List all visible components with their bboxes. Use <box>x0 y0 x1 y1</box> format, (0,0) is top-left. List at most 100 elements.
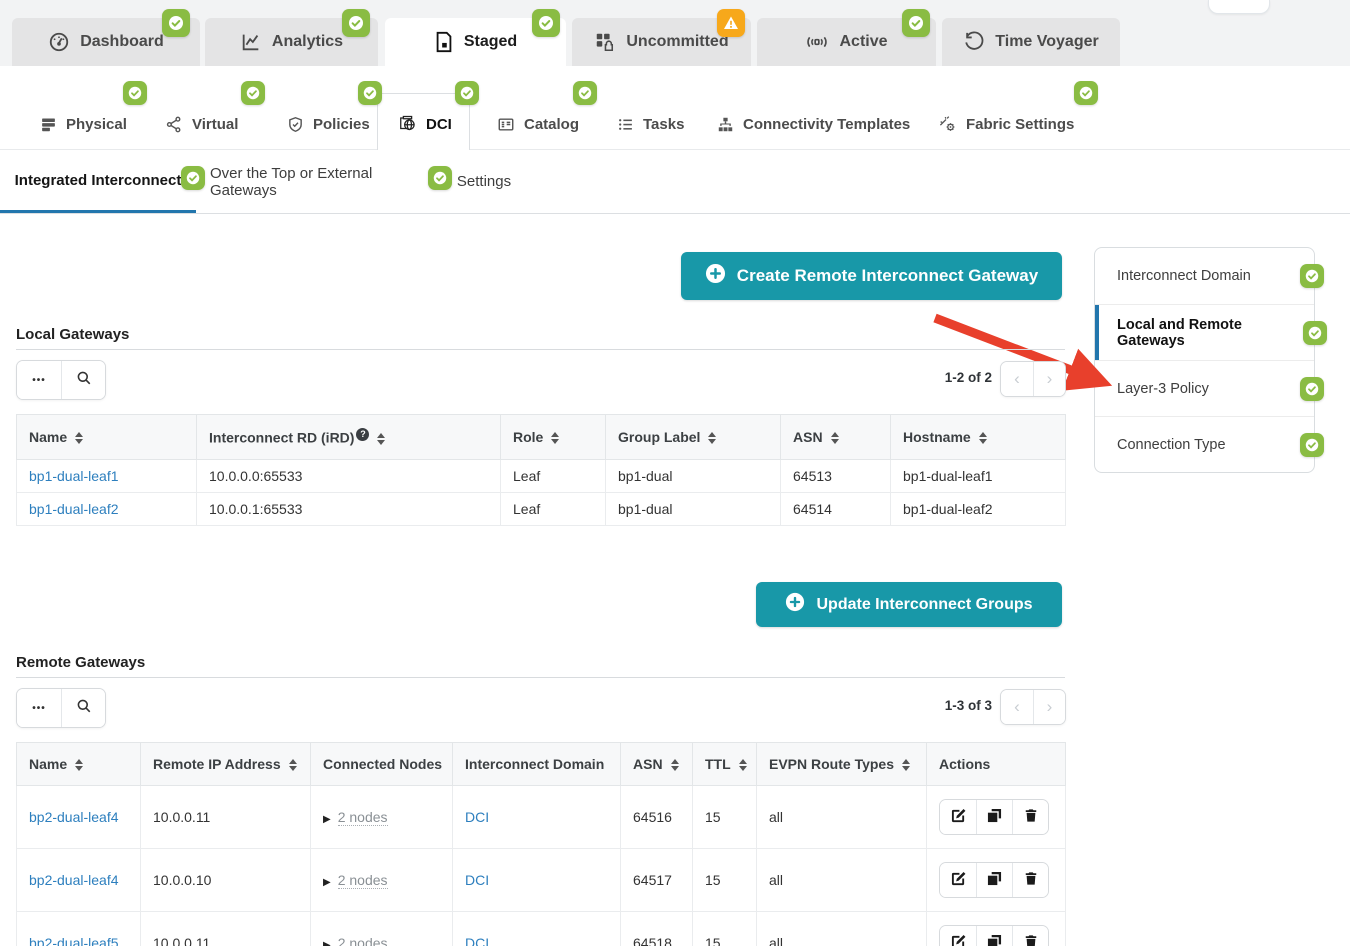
gateway-link[interactable]: bp1-dual-leaf1 <box>29 468 119 484</box>
clone-button[interactable] <box>976 800 1012 834</box>
nodes-toggle[interactable]: 2 nodes <box>338 809 388 826</box>
clone-button[interactable] <box>976 863 1012 897</box>
sort-icon[interactable] <box>708 432 716 444</box>
sort-icon[interactable] <box>902 759 910 771</box>
subnav-item-connectivity-templates[interactable]: Connectivity Templates <box>717 116 910 133</box>
sort-icon[interactable] <box>551 432 559 444</box>
column-header-name[interactable]: Name <box>17 415 197 460</box>
sort-icon[interactable] <box>75 432 83 444</box>
expand-arrow-icon[interactable]: ▶ <box>323 940 331 946</box>
gateway-link[interactable]: bp2-dual-leaf5 <box>29 935 119 946</box>
plus-circle-icon <box>705 263 726 289</box>
prev-page-button[interactable]: ‹ <box>1001 690 1033 724</box>
table-row: bp1-dual-leaf2 10.0.0.1:65533 Leaf bp1-d… <box>17 492 1066 525</box>
delete-button[interactable] <box>1012 863 1048 897</box>
sort-icon[interactable] <box>75 759 83 771</box>
create-remote-interconnect-gateway-button[interactable]: Create Remote Interconnect Gateway <box>681 252 1062 300</box>
help-icon[interactable]: ? <box>356 428 369 441</box>
column-header-evpn-route-types[interactable]: EVPN Route Types <box>757 743 927 786</box>
search-button[interactable] <box>61 361 105 399</box>
nodes-toggle[interactable]: 2 nodes <box>338 872 388 889</box>
subnav-item-physical[interactable]: Physical <box>40 116 127 133</box>
domain-link[interactable]: DCI <box>465 872 489 888</box>
check-badge <box>123 81 147 105</box>
column-header-ird[interactable]: Interconnect RD (iRD)? <box>197 415 501 460</box>
line-chart-icon <box>240 31 262 53</box>
button-label: Create Remote Interconnect Gateway <box>737 266 1038 286</box>
sort-icon[interactable] <box>979 432 987 444</box>
domain-link[interactable]: DCI <box>465 809 489 825</box>
chevron-left-icon: ‹ <box>1014 697 1020 717</box>
sort-icon[interactable] <box>671 759 679 771</box>
asn-cell: 64517 <box>621 849 693 912</box>
grid-lock-icon <box>594 31 616 53</box>
subnav-item-tasks[interactable]: Tasks <box>617 116 684 133</box>
check-badge <box>1300 377 1324 401</box>
delete-button[interactable] <box>1012 800 1048 834</box>
subnav-item-policies[interactable]: Policies <box>287 116 370 133</box>
sidebar-item-interconnect-domain[interactable]: Interconnect Domain <box>1095 248 1314 304</box>
card-icon <box>497 116 515 133</box>
column-header-hostname[interactable]: Hostname <box>891 415 1066 460</box>
gateway-link[interactable]: bp2-dual-leaf4 <box>29 872 119 888</box>
tab-integrated-interconnect[interactable]: Integrated Interconnect <box>0 150 196 213</box>
expand-arrow-icon[interactable]: ▶ <box>323 877 331 888</box>
hostname-cell: bp1-dual-leaf2 <box>891 492 1066 525</box>
prev-page-button[interactable]: ‹ <box>1001 362 1033 396</box>
check-badge <box>1300 433 1324 457</box>
sort-icon[interactable] <box>831 432 839 444</box>
partial-button[interactable] <box>1208 0 1270 14</box>
subnav-item-fabric-settings[interactable]: Fabric Settings <box>938 115 1074 133</box>
more-options-button[interactable]: ••• <box>17 361 61 399</box>
domain-link[interactable]: DCI <box>465 935 489 946</box>
subnav-item-catalog[interactable]: Catalog <box>497 116 579 133</box>
tab-analytics[interactable]: Analytics <box>205 18 378 66</box>
more-options-button[interactable]: ••• <box>17 689 61 727</box>
tab-uncommitted[interactable]: Uncommitted <box>572 18 751 66</box>
local-pagination-text: 1-2 of 2 <box>932 370 992 385</box>
tab-over-the-top-or-external-gateways[interactable]: Over the Top or External Gateways <box>196 150 444 213</box>
sidebar-item-connection-type[interactable]: Connection Type <box>1095 416 1314 472</box>
column-header-role[interactable]: Role <box>501 415 606 460</box>
remote-gateways-title: Remote Gateways <box>16 654 145 671</box>
column-header-asn[interactable]: ASN <box>621 743 693 786</box>
gateway-link[interactable]: bp2-dual-leaf4 <box>29 809 119 825</box>
sidebar-label: Layer-3 Policy <box>1117 381 1209 397</box>
sidebar-item-local-and-remote-gateways[interactable]: Local and Remote Gateways <box>1095 304 1314 360</box>
search-button[interactable] <box>61 689 105 727</box>
subnav-item-dci[interactable]: DCI <box>398 115 452 133</box>
sidebar-label: Connection Type <box>1117 437 1226 453</box>
edit-button[interactable] <box>940 926 976 946</box>
asn-cell: 64514 <box>781 492 891 525</box>
nodes-toggle[interactable]: 2 nodes <box>338 935 388 946</box>
update-interconnect-groups-button[interactable]: Update Interconnect Groups <box>756 582 1062 627</box>
edit-icon <box>951 934 966 946</box>
sort-icon[interactable] <box>377 433 385 445</box>
expand-arrow-icon[interactable]: ▶ <box>323 814 331 825</box>
check-badge <box>181 166 205 190</box>
column-header-group-label[interactable]: Group Label <box>606 415 781 460</box>
column-header-ttl[interactable]: TTL <box>693 743 757 786</box>
dci-tab-bar: Integrated Interconnect Over the Top or … <box>0 150 1350 214</box>
gateway-link[interactable]: bp1-dual-leaf2 <box>29 501 119 517</box>
clone-button[interactable] <box>976 926 1012 946</box>
route-types-cell: all <box>757 912 927 946</box>
tab-staged[interactable]: Staged <box>385 18 566 66</box>
edit-button[interactable] <box>940 800 976 834</box>
tab-active[interactable]: Active <box>757 18 936 66</box>
edit-button[interactable] <box>940 863 976 897</box>
tab-time-voyager[interactable]: Time Voyager <box>942 18 1120 66</box>
gauge-icon <box>48 31 70 53</box>
delete-button[interactable] <box>1012 926 1048 946</box>
column-header-asn[interactable]: ASN <box>781 415 891 460</box>
subnav-item-virtual[interactable]: Virtual <box>165 116 238 133</box>
column-header-remote-ip[interactable]: Remote IP Address <box>141 743 311 786</box>
column-header-name[interactable]: Name <box>17 743 141 786</box>
next-page-button[interactable]: › <box>1033 362 1065 396</box>
tab-settings[interactable]: Settings <box>444 150 524 213</box>
sort-icon[interactable] <box>289 759 297 771</box>
sort-icon[interactable] <box>739 759 747 771</box>
sidebar-item-layer-3-policy[interactable]: Layer-3 Policy <box>1095 360 1314 416</box>
tab-dashboard[interactable]: Dashboard <box>12 18 200 66</box>
next-page-button[interactable]: › <box>1033 690 1065 724</box>
